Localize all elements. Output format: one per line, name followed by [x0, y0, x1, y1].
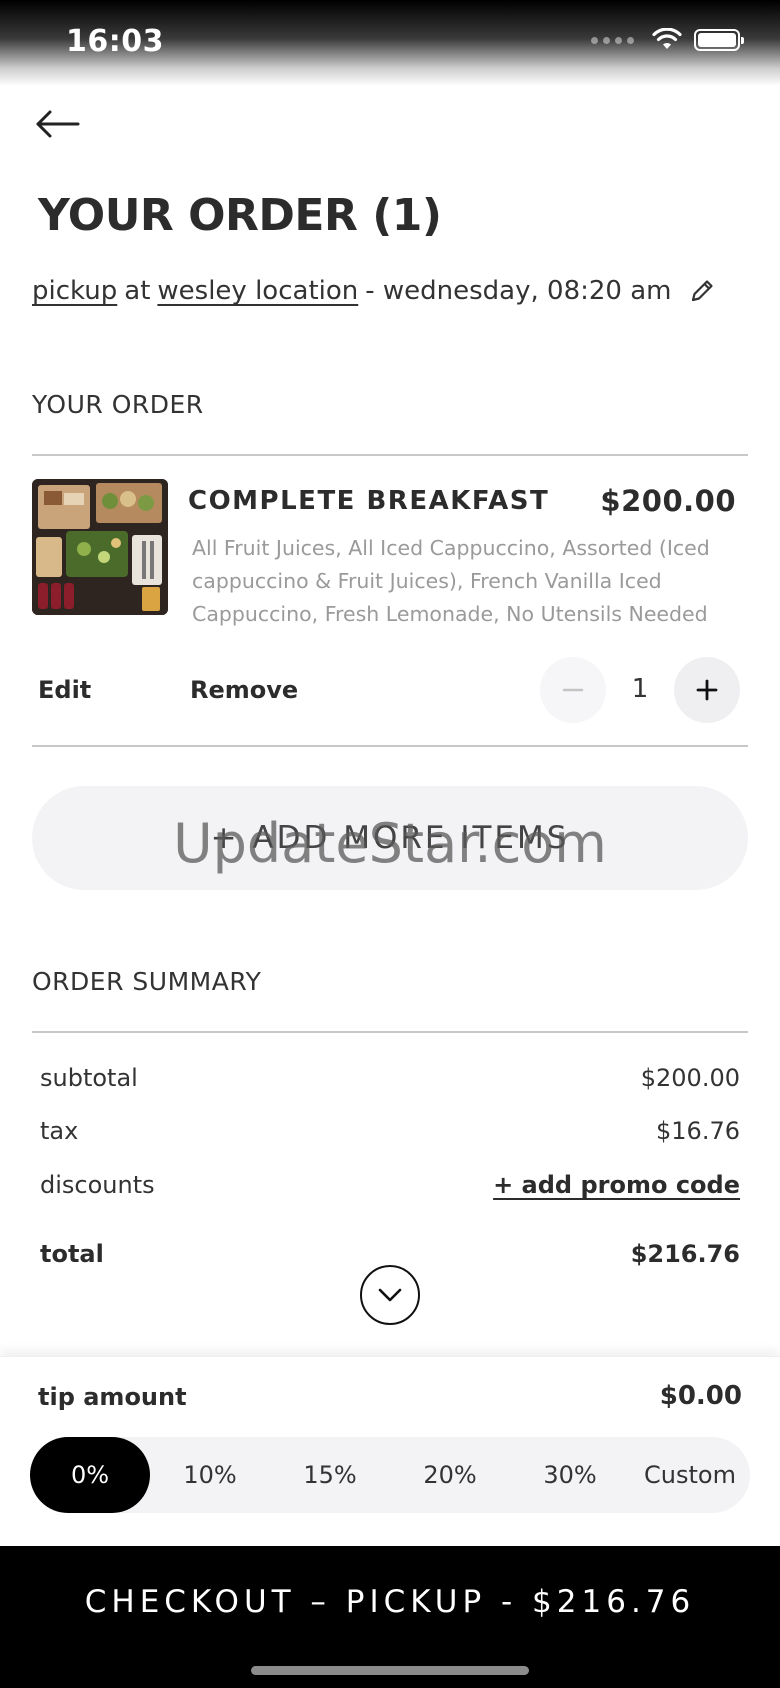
tip-option-30[interactable]: 30%	[510, 1437, 630, 1513]
home-indicator	[251, 1666, 529, 1675]
tax-value: $16.76	[656, 1117, 740, 1145]
expand-summary-button[interactable]	[360, 1265, 420, 1325]
total-label: total	[40, 1240, 104, 1268]
plus-icon	[696, 679, 718, 701]
tip-option-15[interactable]: 15%	[270, 1437, 390, 1513]
checkout-button[interactable]: CHECKOUT – PICKUP - $216.76	[0, 1546, 780, 1688]
increase-quantity-button[interactable]	[674, 657, 740, 723]
total-value: $216.76	[630, 1240, 740, 1268]
tip-panel: tip amount $0.00 0% 10% 15% 20% 30% Cust…	[0, 1356, 780, 1546]
chevron-down-icon	[378, 1288, 402, 1302]
divider	[32, 745, 748, 747]
discounts-label: discounts	[40, 1171, 155, 1199]
tip-option-10[interactable]: 10%	[150, 1437, 270, 1513]
tax-row: tax $16.76	[40, 1117, 740, 1145]
add-promo-code-link[interactable]: + add promo code	[493, 1171, 740, 1199]
item-description: All Fruit Juices, All Iced Cappuccino, A…	[192, 536, 710, 626]
status-time: 16:03	[66, 24, 164, 59]
tip-amount-label: tip amount	[38, 1383, 187, 1411]
wifi-icon	[652, 28, 682, 49]
status-bar: 16:03	[0, 0, 780, 86]
checkout-label: CHECKOUT – PICKUP - $216.76	[84, 1584, 696, 1620]
tip-option-custom[interactable]: Custom	[630, 1437, 750, 1513]
minus-icon	[562, 688, 584, 692]
order-summary-heading: ORDER SUMMARY	[32, 967, 262, 996]
edit-item-button[interactable]: Edit	[38, 676, 91, 704]
status-icons	[591, 28, 744, 52]
your-order-heading: YOUR ORDER	[32, 390, 204, 419]
quantity-value: 1	[631, 674, 649, 704]
item-price: $200.00	[600, 484, 736, 518]
pickup-method-link[interactable]: pickup	[32, 276, 117, 306]
item-name: COMPLETE BREAKFAST	[188, 486, 550, 516]
pickup-datetime: - wednesday, 08:20 am	[365, 276, 672, 306]
divider	[32, 454, 748, 456]
pickup-location-link[interactable]: wesley location	[157, 276, 358, 306]
tip-options: 0% 10% 15% 20% 30% Custom	[30, 1437, 750, 1513]
battery-icon	[694, 29, 744, 51]
subtotal-label: subtotal	[40, 1064, 138, 1092]
divider	[32, 1031, 748, 1033]
back-arrow-icon[interactable]	[34, 104, 82, 144]
page-title: YOUR ORDER (1)	[38, 190, 442, 241]
add-more-items-label: + ADD MORE ITEMS	[210, 820, 570, 856]
subtotal-value: $200.00	[640, 1064, 740, 1092]
tip-option-0[interactable]: 0%	[30, 1437, 150, 1513]
pickup-details: pickup at wesley location - wednesday, 0…	[32, 276, 716, 306]
tip-option-20[interactable]: 20%	[390, 1437, 510, 1513]
pickup-connector: at	[124, 276, 151, 306]
tax-label: tax	[40, 1117, 79, 1145]
item-image	[32, 479, 168, 615]
add-more-items-button[interactable]: + ADD MORE ITEMS	[32, 786, 748, 890]
remove-item-button[interactable]: Remove	[190, 676, 298, 704]
signal-icon	[591, 36, 634, 44]
tip-amount-value: $0.00	[659, 1381, 742, 1411]
pencil-icon[interactable]	[688, 277, 716, 305]
total-row: total $216.76	[40, 1240, 740, 1268]
discounts-row: discounts + add promo code	[40, 1171, 740, 1199]
subtotal-row: subtotal $200.00	[40, 1064, 740, 1092]
decrease-quantity-button[interactable]	[540, 657, 606, 723]
